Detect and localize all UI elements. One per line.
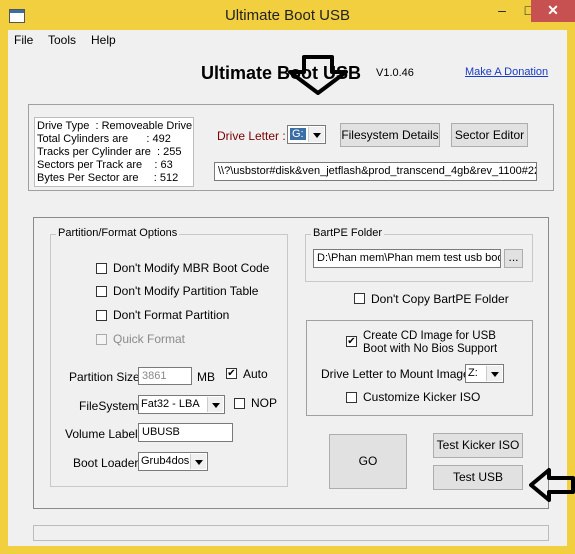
drive-info-line: Tracks per Cylinder are : 255: [37, 146, 182, 158]
dont-copy-bartpe-label: Don't Copy BartPE Folder: [371, 292, 509, 306]
volume-label-label: Volume Label: [65, 427, 138, 441]
test-kicker-button[interactable]: Test Kicker ISO: [433, 433, 523, 458]
minimize-button[interactable]: –: [488, 0, 516, 22]
drive-letter-select[interactable]: G:: [287, 125, 326, 144]
bartpe-legend: BartPE Folder: [311, 227, 385, 239]
dont-modify-mbr-checkbox[interactable]: [96, 263, 107, 274]
test-usb-button[interactable]: Test USB: [433, 465, 523, 490]
close-button[interactable]: ✕: [531, 0, 575, 22]
boot-loader-label: Boot Loader: [73, 456, 139, 470]
donation-link[interactable]: Make A Donation: [465, 66, 548, 78]
menu-file[interactable]: File: [14, 33, 33, 47]
dont-modify-mbr-label: Don't Modify MBR Boot Code: [113, 261, 270, 275]
create-cd-image-label-2: Boot with No Bios Support: [363, 343, 498, 355]
boot-loader-value: Grub4dos: [141, 455, 190, 467]
chevron-down-icon: [190, 454, 206, 469]
client-area: File Tools Help Ultimate Boot USB V1.0.4…: [8, 30, 567, 546]
nop-checkbox[interactable]: [234, 398, 245, 409]
volume-label-field[interactable]: UBUSB: [138, 423, 233, 442]
mount-drive-select[interactable]: Z:: [465, 364, 504, 383]
customize-kicker-label: Customize Kicker ISO: [363, 390, 481, 404]
device-path-field[interactable]: \\?\usbstor#disk&ven_jetflash&prod_trans…: [214, 162, 537, 181]
chevron-down-icon: [207, 397, 223, 412]
customize-kicker-checkbox[interactable]: [346, 392, 357, 403]
partition-options-legend: Partition/Format Options: [56, 227, 180, 239]
create-cd-image-checkbox[interactable]: ✔: [346, 336, 357, 347]
arrow-left-icon: [529, 468, 575, 502]
drive-info-box: Drive Type : Removeable Drive Total Cyli…: [34, 117, 194, 187]
chevron-down-icon: [308, 127, 324, 142]
filesystem-details-button[interactable]: Filesystem Details: [340, 123, 440, 147]
version-label: V1.0.46: [376, 67, 414, 79]
app-window: Ultimate Boot USB – □ ✕ File Tools Help …: [0, 0, 575, 554]
bartpe-path-field[interactable]: D:\Phan mem\Phan mem test usb boo: [313, 249, 501, 268]
filesystem-select[interactable]: Fat32 - LBA: [138, 395, 225, 414]
dont-format-checkbox[interactable]: [96, 310, 107, 321]
menu-tools[interactable]: Tools: [48, 33, 76, 47]
boot-loader-select[interactable]: Grub4dos: [138, 452, 208, 471]
mount-drive-value: Z:: [468, 367, 478, 379]
quick-format-label: Quick Format: [113, 332, 186, 346]
drive-info-line: Bytes Per Sector are : 512: [37, 172, 179, 184]
mount-drive-label: Drive Letter to Mount Image: [321, 367, 470, 381]
nop-label: NOP: [251, 396, 278, 410]
auto-checkbox[interactable]: ✔: [226, 368, 237, 379]
title-bar[interactable]: Ultimate Boot USB – □ ✕: [0, 0, 575, 30]
status-bar: [33, 525, 549, 541]
partition-size-unit: MB: [197, 370, 215, 384]
auto-label: Auto: [243, 367, 268, 381]
menu-help[interactable]: Help: [91, 33, 116, 47]
go-button[interactable]: GO: [329, 434, 407, 489]
drive-info-line: Drive Type : Removeable Drive: [37, 120, 193, 132]
partition-size-label: Partition Size: [69, 370, 140, 384]
browse-button[interactable]: ...: [504, 249, 523, 268]
drive-info-line: Sectors per Track are : 63: [37, 159, 173, 171]
dont-modify-partition-label: Don't Modify Partition Table: [113, 284, 259, 298]
partition-size-field[interactable]: 3861: [138, 367, 192, 385]
drive-letter-label: Drive Letter :: [217, 129, 286, 143]
dont-copy-bartpe-checkbox[interactable]: [354, 293, 365, 304]
drive-letter-value: G:: [290, 128, 306, 140]
filesystem-value: Fat32 - LBA: [141, 398, 200, 410]
arrow-down-icon: [288, 55, 348, 95]
chevron-down-icon: [486, 366, 502, 381]
drive-info-line: Total Cylinders are : 492: [37, 133, 171, 145]
create-cd-image-label-1: Create CD Image for USB: [363, 330, 496, 342]
filesystem-label: FileSystem: [79, 399, 139, 413]
menu-bar: File Tools Help: [8, 30, 567, 50]
quick-format-checkbox[interactable]: [96, 334, 107, 345]
dont-modify-partition-checkbox[interactable]: [96, 286, 107, 297]
sector-editor-button[interactable]: Sector Editor: [451, 123, 528, 147]
dont-format-label: Don't Format Partition: [113, 308, 230, 322]
